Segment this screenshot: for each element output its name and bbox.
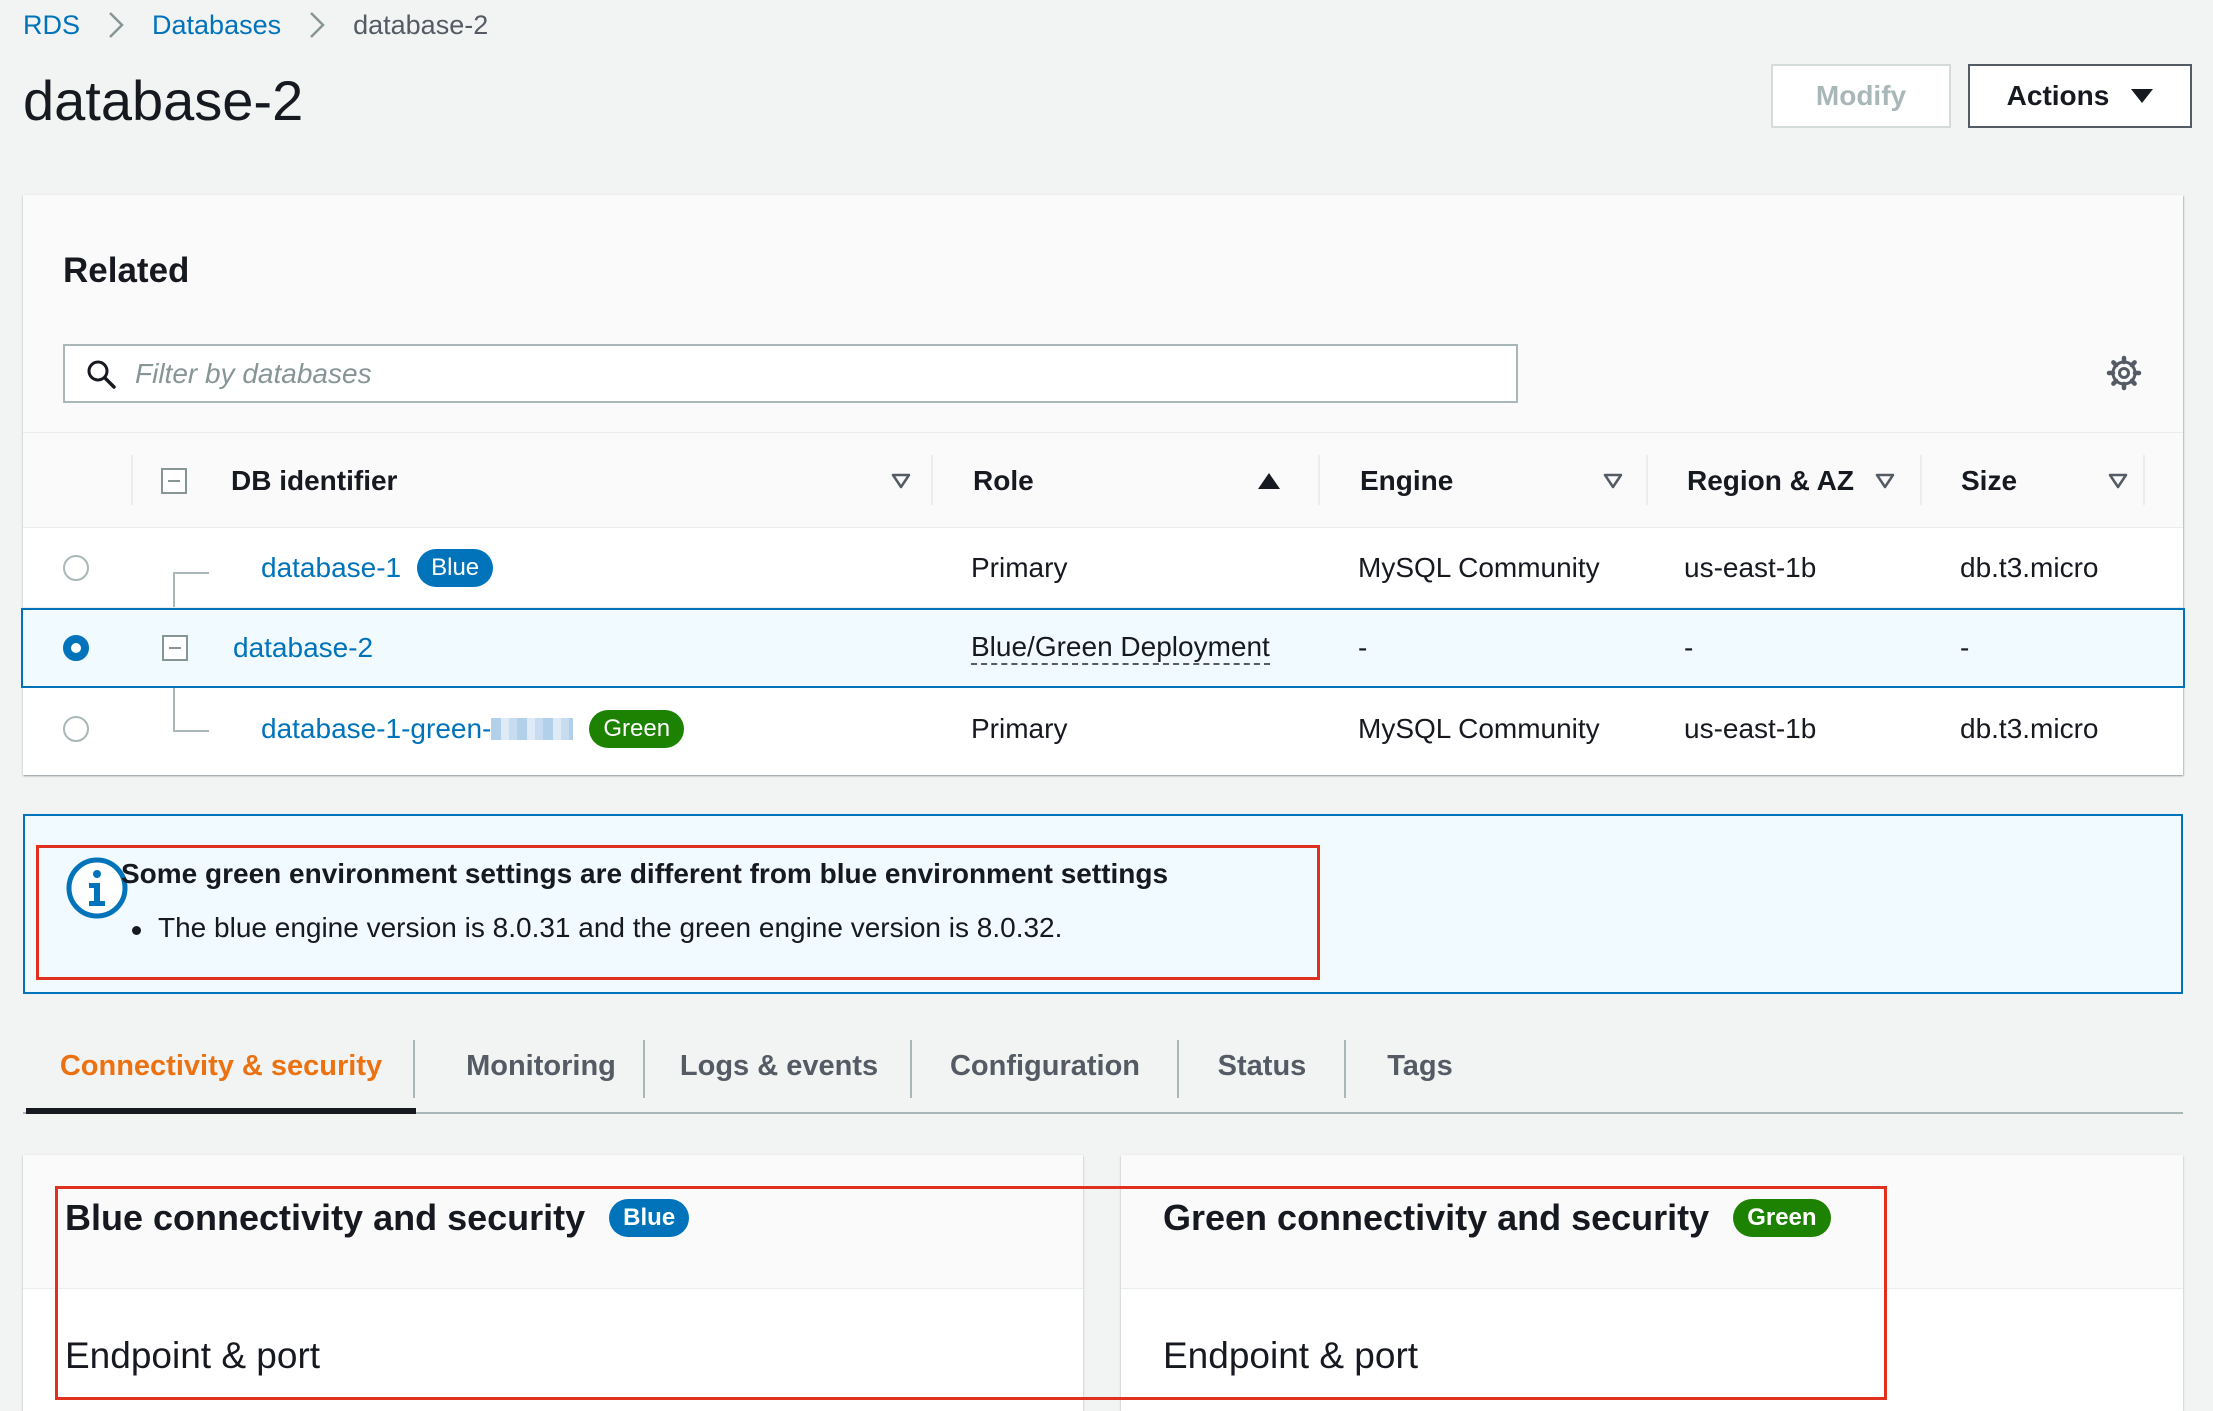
green-panel-title-row: Green connectivity and security Green	[1163, 1197, 1831, 1239]
active-tab-indicator	[26, 1108, 416, 1114]
role-cell: Primary	[971, 713, 1068, 744]
page-title: database-2	[23, 69, 304, 132]
actions-button-label: Actions	[2006, 80, 2110, 111]
engine-cell: MySQL Community	[1358, 713, 1600, 744]
blue-badge: Blue	[609, 1199, 690, 1237]
breadcrumb: RDS Databases database-2	[23, 8, 488, 42]
green-badge: Green	[589, 710, 685, 748]
tab-tags[interactable]: Tags	[1346, 1020, 1494, 1112]
column-db-identifier[interactable]: DB identifier	[231, 433, 931, 528]
column-divider	[1318, 455, 1320, 505]
row-collapse-toggle[interactable]	[162, 610, 188, 686]
search-icon	[87, 360, 116, 389]
blue-connectivity-panel: Blue connectivity and security Blue Endp…	[23, 1155, 1083, 1411]
caret-down-icon	[2131, 89, 2154, 103]
column-role[interactable]: Role	[973, 433, 1311, 528]
breadcrumb-rds-link[interactable]: RDS	[23, 10, 80, 41]
column-region-az-label: Region & AZ	[1687, 464, 1854, 496]
green-panel-title: Green connectivity and security	[1163, 1197, 1710, 1238]
table-row[interactable]: database-1 Blue Primary MySQL Community …	[23, 528, 2183, 608]
collapse-icon	[161, 467, 187, 494]
column-divider	[2143, 455, 2145, 505]
alert-title: Some green environment settings are diff…	[121, 858, 1169, 889]
sort-down-icon	[1603, 473, 1623, 488]
region-cell: -	[1684, 632, 1694, 663]
tab-configuration[interactable]: Configuration	[912, 1020, 1178, 1112]
db-identifier-link[interactable]: database-1-green-	[261, 713, 491, 745]
chevron-right-icon	[308, 10, 326, 40]
role-cell[interactable]: Blue/Green Deployment	[971, 631, 1270, 665]
db-identifier-link[interactable]: database-2	[233, 632, 373, 664]
chevron-right-icon	[107, 10, 125, 40]
blue-badge: Blue	[417, 548, 494, 587]
blue-endpoint-port-heading: Endpoint & port	[65, 1335, 321, 1376]
row-radio[interactable]	[63, 610, 89, 686]
related-panel: Related DB identifier Role	[21, 195, 2185, 775]
redacted-text	[491, 718, 574, 740]
blue-panel-title-row: Blue connectivity and security Blue	[65, 1197, 690, 1239]
tab-bar: Connectivity & security Monitoring Logs …	[23, 1020, 2183, 1114]
breadcrumb-current: database-2	[353, 9, 489, 40]
region-cell: us-east-1b	[1684, 551, 1817, 583]
table-row[interactable]: database-1-green- Green Primary MySQL Co…	[23, 689, 2183, 769]
column-divider	[931, 455, 933, 505]
radio-button[interactable]	[63, 716, 89, 742]
blue-panel-header: Blue connectivity and security Blue	[23, 1155, 1083, 1289]
engine-cell: -	[1358, 632, 1368, 663]
radio-button-checked[interactable]	[63, 635, 89, 661]
filter-box	[63, 344, 1518, 403]
sort-down-icon	[1875, 473, 1895, 488]
alert-bullet: The blue engine version is 8.0.31 and th…	[131, 912, 1063, 943]
size-cell: db.t3.micro	[1960, 551, 2099, 583]
row-radio[interactable]	[63, 528, 89, 607]
db-identifier-link[interactable]: database-1	[261, 552, 401, 584]
blue-panel-title: Blue connectivity and security	[65, 1197, 586, 1238]
collapse-all-toggle[interactable]	[161, 433, 187, 528]
tab-monitoring[interactable]: Monitoring	[415, 1020, 667, 1112]
modify-button-label: Modify	[1815, 80, 1907, 111]
column-divider	[1646, 455, 1648, 505]
breadcrumb-databases-link[interactable]: Databases	[152, 10, 281, 41]
column-size[interactable]: Size	[1961, 433, 2151, 528]
tab-logs-events[interactable]: Logs & events	[645, 1020, 913, 1112]
column-divider	[131, 455, 133, 505]
tab-connectivity-security[interactable]: Connectivity & security	[23, 1020, 419, 1112]
column-role-label: Role	[973, 464, 1034, 496]
green-panel-header: Green connectivity and security Green	[1121, 1155, 2183, 1289]
green-connectivity-panel: Green connectivity and security Green En…	[1121, 1155, 2183, 1411]
info-icon	[66, 857, 128, 919]
info-alert	[23, 814, 2183, 994]
column-region-az[interactable]: Region & AZ	[1687, 433, 1907, 528]
related-title: Related	[63, 251, 190, 290]
column-db-identifier-label: DB identifier	[231, 464, 398, 496]
green-badge: Green	[1733, 1199, 1831, 1237]
collapse-icon	[162, 635, 188, 661]
row-radio[interactable]	[63, 689, 89, 769]
sort-down-icon	[891, 473, 911, 488]
size-cell: -	[1960, 632, 1970, 663]
filter-databases-input[interactable]	[135, 357, 1485, 390]
sort-ascending-icon	[1258, 472, 1280, 489]
role-cell: Primary	[971, 551, 1068, 583]
radio-button[interactable]	[63, 554, 89, 581]
related-header: Related	[23, 195, 2183, 433]
tab-status[interactable]: Status	[1179, 1020, 1345, 1112]
engine-cell: MySQL Community	[1358, 551, 1600, 583]
column-engine[interactable]: Engine	[1360, 433, 1650, 528]
gear-icon[interactable]	[2106, 355, 2142, 391]
region-cell: us-east-1b	[1684, 713, 1817, 744]
column-size-label: Size	[1961, 464, 2018, 496]
actions-button[interactable]: Actions	[1968, 64, 2192, 128]
size-cell: db.t3.micro	[1960, 713, 2099, 744]
table-row-selected[interactable]: database-2 Blue/Green Deployment - - -	[21, 608, 2185, 688]
table-header: DB identifier Role Engine Region & AZ Si…	[23, 433, 2183, 528]
column-engine-label: Engine	[1360, 464, 1454, 496]
modify-button[interactable]: Modify	[1771, 64, 1951, 128]
green-endpoint-port-heading: Endpoint & port	[1163, 1335, 1419, 1376]
sort-down-icon	[2108, 473, 2128, 488]
column-divider	[1920, 455, 1922, 505]
